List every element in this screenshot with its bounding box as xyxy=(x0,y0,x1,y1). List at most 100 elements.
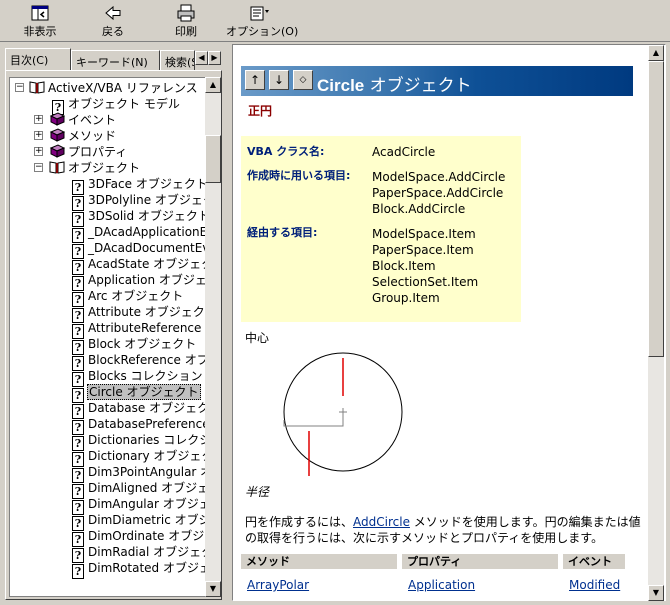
tree-folder[interactable]: − オブジェクト xyxy=(34,160,141,176)
expand-icon[interactable]: + xyxy=(34,147,43,156)
via-values: ModelSpace.Item PaperSpace.Item Block.Item… xyxy=(372,226,478,306)
tree-item[interactable]: ?Dictionaries コレクション xyxy=(72,432,208,451)
tree-item-label: プロパティ xyxy=(68,145,128,159)
tree-item[interactable]: ?AttributeReference オブジェクト xyxy=(72,320,208,339)
book-icon xyxy=(49,144,66,158)
options-label: オプション(O) xyxy=(226,25,299,38)
tree-folder[interactable]: + メソッド xyxy=(34,128,117,144)
expand-icon[interactable]: + xyxy=(34,115,43,124)
tree-item[interactable]: ?DimAngular オブジェクト xyxy=(72,496,208,515)
tree-item-label: Block オブジェクト xyxy=(88,337,197,351)
methods-header: メソッド xyxy=(241,554,397,569)
tree-item[interactable]: ? 3DFace オブジェクト xyxy=(72,176,208,195)
tree-item[interactable]: ?_DAcadDocumentEvents xyxy=(72,240,208,259)
toolbar: 非表示 戻る 印刷 オプション(O) xyxy=(0,0,670,42)
scroll-thumb[interactable] xyxy=(205,135,221,183)
content-scrollbar[interactable]: ▲ ▼ xyxy=(648,45,664,601)
tree-item[interactable]: ?Dictionary オブジェクト xyxy=(72,448,208,467)
info-value-line: PaperSpace.AddCircle xyxy=(372,186,504,200)
tree-item[interactable]: ?DimDiametric オブジェクト xyxy=(72,512,208,531)
tree-item[interactable]: ?DimOrdinate オブジェクト xyxy=(72,528,208,547)
tree-item[interactable]: ?Dim3PointAngular オブジェクト xyxy=(72,464,208,483)
tree-item[interactable]: ?DimAligned オブジェクト xyxy=(72,480,208,499)
tree-item[interactable]: ?DatabasePreferences オブジェクト xyxy=(72,416,208,435)
tree-item-label: DimRadial オブジェクト xyxy=(88,545,208,559)
tree-item[interactable]: ? DimRotated オブジェクト xyxy=(72,560,208,579)
para-text-1: 円を作成するには、 xyxy=(245,515,354,529)
tab-keyword[interactable]: キーワード(N) xyxy=(71,50,160,70)
tree-item-label: 3DSolid オブジェクト xyxy=(88,209,208,223)
tree-folder[interactable]: + プロパティ xyxy=(34,144,128,160)
info-value-line: Group.Item xyxy=(372,291,440,305)
contents-tree[interactable]: − ActiveX/VBA リファレンス ? オブジェクト モデル + イベント + メソ… xyxy=(9,77,208,597)
tree-item-label: DimAligned オブジェクト xyxy=(88,481,208,495)
content-scroll-up-icon[interactable]: ▲ xyxy=(648,45,664,61)
tree-scrollbar[interactable]: ▲ ▼ xyxy=(205,77,221,597)
collapse-icon[interactable]: − xyxy=(15,83,24,92)
content-scroll-thumb[interactable] xyxy=(648,61,664,357)
addcircle-link[interactable]: AddCircle xyxy=(353,515,410,529)
modified-link[interactable]: Modified xyxy=(569,578,620,592)
down-arrow-icon[interactable]: ↓ xyxy=(269,70,289,90)
tab-contents[interactable]: 目次(C) xyxy=(5,48,71,70)
tree-item[interactable]: ? Arc オブジェクト xyxy=(72,288,184,307)
scroll-down-icon[interactable]: ▼ xyxy=(205,581,221,597)
tree-item-label: Arc オブジェクト xyxy=(88,289,184,303)
tree-item-label: ActiveX/VBA リファレンス xyxy=(48,81,198,95)
tree-item[interactable]: ?_DAcadApplicationEvents xyxy=(72,224,208,243)
expand-icon[interactable]: + xyxy=(34,131,43,140)
tree-item-label: Dim3PointAngular オブジェクト xyxy=(88,465,208,479)
scroll-up-icon[interactable]: ▲ xyxy=(205,77,221,93)
content-pane: ↑ ↓ ◇ Circle オブジェクト 正円 VBA クラス名: AcadCir… xyxy=(232,44,666,601)
options-button[interactable]: オプション(O) xyxy=(226,4,299,40)
tree-item[interactable]: ? Block オブジェクト xyxy=(72,336,197,355)
tree-item-label: _DAcadDocumentEvents xyxy=(88,241,208,255)
tree-item-label: Database オブジェクト xyxy=(88,401,208,415)
tree-item-label: DimDiametric オブジェクト xyxy=(88,513,208,527)
tree-item-object-model[interactable]: ? オブジェクト モデル xyxy=(52,96,181,115)
up-arrow-icon[interactable]: ↑ xyxy=(245,70,265,90)
book-icon xyxy=(49,128,66,142)
open-book-icon xyxy=(29,80,45,94)
tree-item[interactable]: ?3DPolyline オブジェクト xyxy=(72,192,208,211)
info-value-line: SelectionSet.Item xyxy=(372,275,479,289)
hide-button[interactable]: 非表示 xyxy=(18,4,62,40)
circle-diagram xyxy=(283,352,403,476)
tree-item-label: Blocks コレクション xyxy=(88,369,203,383)
info-value-line: ModelSpace.AddCircle xyxy=(372,170,506,184)
tab-search[interactable]: 検索(S xyxy=(160,50,195,70)
tree-item-label: Application オブジェクト xyxy=(88,273,208,287)
created-label: 作成時に用いる項目: xyxy=(247,169,351,182)
arraypolar-link[interactable]: ArrayPolar xyxy=(247,578,309,592)
tree-folder[interactable]: + イベント xyxy=(34,112,117,128)
tree-item[interactable]: ? 3DSolid オブジェクト xyxy=(72,208,208,227)
tree-item[interactable]: ?BlockReference オブジェクト xyxy=(72,352,208,371)
info-value-line: ModelSpace.Item xyxy=(372,227,476,241)
application-link[interactable]: Application xyxy=(408,578,475,592)
tree-root[interactable]: − ActiveX/VBA リファレンス xyxy=(15,80,199,96)
help-topic-icon: ? xyxy=(72,564,84,579)
printer-icon xyxy=(176,4,196,22)
collapse-icon[interactable]: − xyxy=(34,163,43,172)
tree-item-label: Dictionaries コレクション xyxy=(88,433,208,447)
content-scroll-down-icon[interactable]: ▼ xyxy=(648,585,664,601)
hide-icon xyxy=(30,4,50,22)
tree-item[interactable]: ?Application オブジェクト xyxy=(72,272,208,291)
tree-item[interactable]: ? Blocks コレクション xyxy=(72,368,204,387)
tree-item[interactable]: ? Attribute オブジェクト xyxy=(72,304,208,323)
print-label: 印刷 xyxy=(175,25,197,38)
print-button[interactable]: 印刷 xyxy=(166,4,206,40)
diamond-icon[interactable]: ◇ xyxy=(293,70,313,90)
tree-item[interactable]: ? Circle オブジェクト xyxy=(72,384,201,403)
tree-item-label: 3DPolyline オブジェクト xyxy=(88,193,208,207)
page-title: Circle オブジェクト xyxy=(317,71,472,96)
tree-item[interactable]: ? Database オブジェクト xyxy=(72,400,208,419)
back-button[interactable]: 戻る xyxy=(93,4,133,40)
created-values: ModelSpace.AddCircle PaperSpace.AddCircle… xyxy=(372,169,505,217)
navigation-pane: 目次(C) キーワード(N) 検索(S ◀ ▶ − ActiveX/VBA リフ… xyxy=(5,48,222,600)
tree-item[interactable]: ?DimRadial オブジェクト xyxy=(72,544,208,563)
tree-item-label: AcadState オブジェクト xyxy=(88,257,208,271)
tree-item[interactable]: ?AcadState オブジェクト xyxy=(72,256,208,275)
tab-scroll-left-icon[interactable]: ◀ xyxy=(195,51,208,65)
tab-scroll-right-icon[interactable]: ▶ xyxy=(208,51,221,65)
